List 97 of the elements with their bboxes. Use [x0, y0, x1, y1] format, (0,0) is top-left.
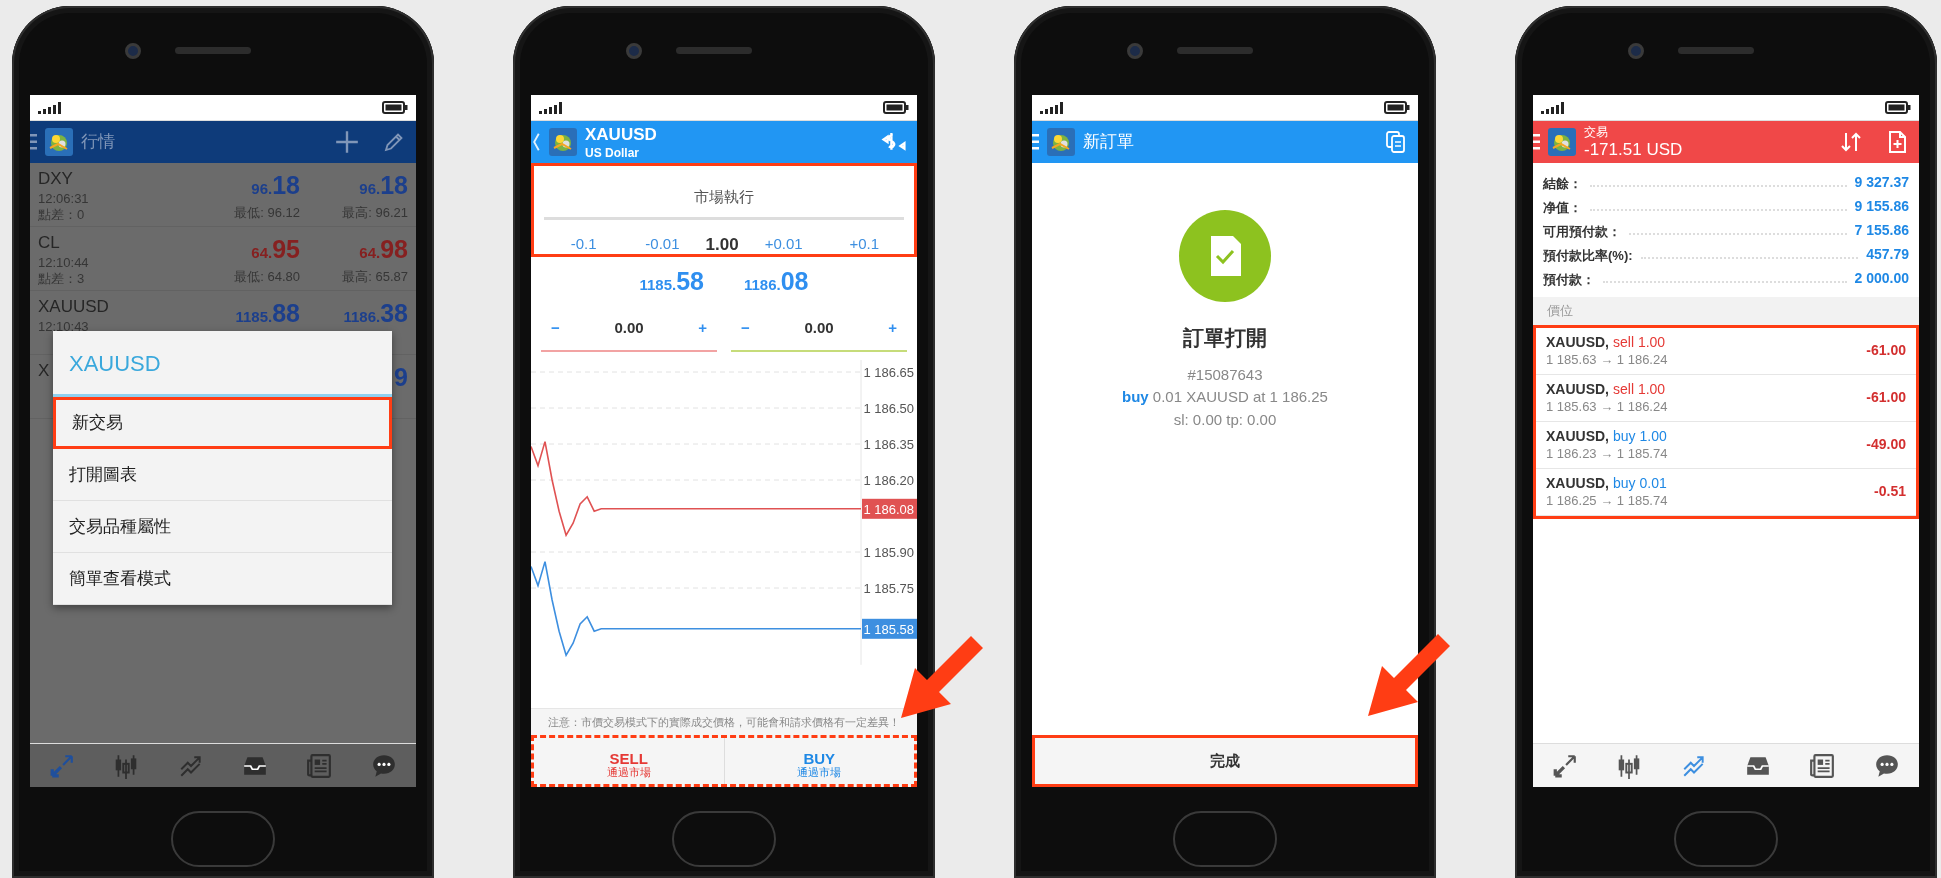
position-row[interactable]: XAUUSD, buy 0.01 1 186.25 → 1 185.74 -0.51 — [1536, 468, 1916, 516]
axis-tick-label: 1 186.20 — [863, 473, 914, 488]
account-value: 7 155.86 — [1854, 221, 1909, 240]
position-profit: -61.00 — [1866, 341, 1906, 360]
done-button[interactable]: 完成 — [1032, 735, 1418, 787]
home-button[interactable] — [1173, 811, 1277, 867]
symbol-text: XAUUSD — [38, 297, 109, 317]
position-order: sell 1.00 — [1613, 334, 1666, 351]
back-icon[interactable] — [531, 131, 541, 153]
position-symbol: XAUUSD, — [1546, 381, 1609, 398]
signal-icon — [1040, 101, 1063, 114]
stop-value: 0.00 — [614, 318, 644, 339]
battery-icon — [1384, 101, 1410, 114]
account-label: 净值： — [1543, 198, 1582, 217]
price-tag: 1 186.08 — [862, 498, 917, 519]
position-profit: -0.51 — [1874, 482, 1906, 501]
volume-value: 1.00 — [705, 233, 739, 256]
profit-total: -171.51 USD — [1584, 141, 1684, 158]
home-button[interactable] — [1674, 811, 1778, 867]
symbol-title: XAUUSD — [585, 125, 658, 143]
app-logo-icon — [45, 128, 73, 156]
position-profit: -61.00 — [1866, 388, 1906, 407]
account-value: 9 155.86 — [1854, 197, 1909, 216]
symbol-text: DXY — [38, 169, 73, 189]
position-prices: 1 185.63 → 1 186.24 — [1546, 352, 1668, 369]
signal-icon — [1541, 101, 1564, 114]
menu-item[interactable]: 簡單查看模式 — [53, 553, 392, 605]
app-logo-icon — [549, 128, 577, 156]
account-label: 預付款比率(%): — [1543, 246, 1633, 265]
newspaper-icon — [306, 752, 333, 779]
app-logo-icon — [1548, 128, 1576, 156]
battery-icon — [883, 101, 909, 114]
camera-lens — [626, 42, 642, 59]
position-symbol: XAUUSD, — [1546, 334, 1609, 351]
battery-icon — [382, 101, 408, 114]
account-value: 9 327.37 — [1854, 173, 1909, 192]
position-prices: 1 186.25 → 1 185.74 — [1546, 493, 1668, 510]
screen-title: 交易 — [1584, 126, 1609, 138]
price-tag: 1 185.58 — [862, 618, 917, 639]
newspaper-icon — [1809, 752, 1836, 779]
signal-icon — [539, 101, 562, 114]
account-label: 結餘： — [1543, 174, 1582, 193]
account-label: 預付款： — [1543, 270, 1595, 289]
app-logo-icon — [1047, 128, 1075, 156]
axis-tick-label: 1 186.35 — [863, 437, 914, 452]
screen-title: 行情 — [81, 131, 116, 154]
ask-price: 1186.08 — [744, 266, 809, 298]
menu-item[interactable]: 打開圖表 — [53, 449, 392, 501]
camera-lens — [125, 42, 141, 59]
position-row[interactable]: XAUUSD, buy 1.00 1 186.23 → 1 185.74 -49.00 — [1536, 421, 1916, 469]
position-prices: 1 185.63 → 1 186.24 — [1546, 399, 1668, 416]
axis-tick-label: 1 186.65 — [863, 365, 914, 380]
success-document-icon — [1179, 210, 1271, 302]
arrows-icon — [1552, 752, 1579, 779]
signal-icon — [38, 101, 61, 114]
notice-text: 注意：市價交易模式下的實際成交價格，可能會和請求價格有一定差異！ — [531, 707, 917, 735]
volume-step-button[interactable]: +0.1 — [849, 233, 880, 256]
arrows-icon — [49, 752, 76, 779]
camera-lens — [1127, 42, 1143, 59]
symbol-text: X — [38, 361, 50, 381]
add-icon[interactable] — [334, 129, 360, 155]
axis-tick-label: 1 185.75 — [863, 581, 914, 596]
sort-icon[interactable] — [1839, 130, 1863, 154]
position-profit: -49.00 — [1866, 435, 1906, 454]
camera-lens — [1628, 42, 1644, 59]
position-symbol: XAUUSD, — [1546, 475, 1609, 492]
section-header: 價位 — [1533, 297, 1919, 325]
result-title: 訂單打開 — [1183, 325, 1267, 351]
account-value: 457.79 — [1866, 245, 1909, 264]
account-label: 可用預付款： — [1543, 222, 1621, 241]
speech-bubble-icon — [370, 752, 397, 779]
symbol-text: CL — [38, 233, 60, 253]
order-type-dropdown[interactable]: 市場執行 — [544, 178, 904, 220]
position-order: sell 1.00 — [1613, 381, 1666, 398]
position-row[interactable]: XAUUSD, sell 1.00 1 185.63 → 1 186.24 -61.00 — [1536, 374, 1916, 422]
axis-tick-label: 1 185.90 — [863, 545, 914, 560]
position-order: buy 0.01 — [1613, 475, 1667, 492]
position-order: buy 1.00 — [1613, 428, 1667, 445]
account-value: 2 000.00 — [1854, 269, 1909, 288]
ticket-number: #15087643 — [1187, 364, 1263, 385]
position-row[interactable]: XAUUSD, sell 1.00 1 185.63 → 1 186.24 -61.00 — [1536, 327, 1916, 375]
stop-value: 0.00 — [804, 318, 834, 339]
axis-tick-label: 1 186.50 — [863, 401, 914, 416]
currency-subtitle: US Dollar — [585, 146, 640, 159]
stops-summary: sl: 0.00 tp: 0.00 — [1173, 409, 1277, 430]
position-symbol: XAUUSD, — [1546, 428, 1609, 445]
menu-item[interactable]: 交易品種屬性 — [53, 501, 392, 553]
speech-bubble-icon — [1873, 752, 1900, 779]
order-summary: buy 0.01 XAUUSD at 1 186.25 — [1122, 387, 1328, 407]
menu-item[interactable]: 新交易 — [53, 397, 392, 449]
copy-icon[interactable] — [1384, 130, 1408, 154]
bid-price: 1185.58 — [639, 266, 704, 298]
position-prices: 1 186.23 → 1 185.74 — [1546, 446, 1668, 463]
home-button[interactable] — [672, 811, 776, 867]
screen-title: 新訂單 — [1083, 131, 1135, 154]
home-button[interactable] — [171, 811, 275, 867]
battery-icon — [1885, 101, 1911, 114]
